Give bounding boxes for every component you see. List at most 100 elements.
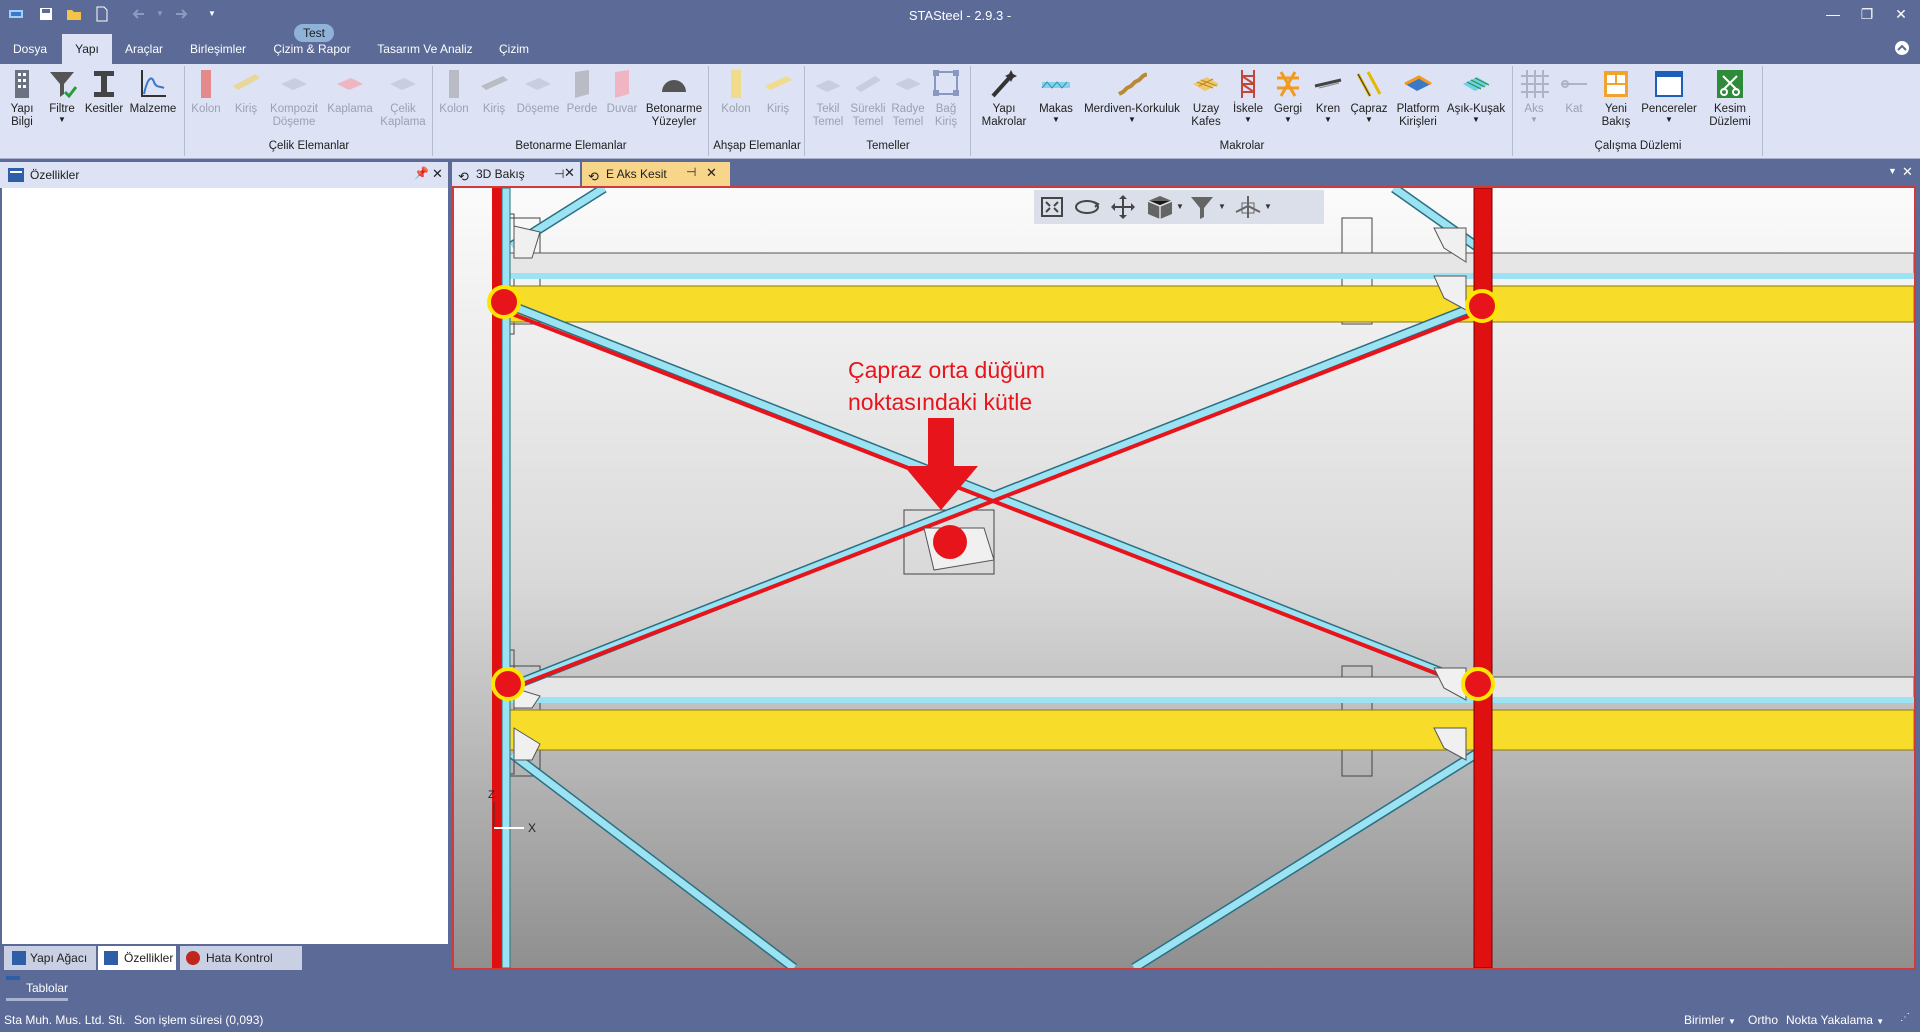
tab-yapi[interactable]: Yapı bbox=[62, 34, 112, 64]
ahsap-kiris-button[interactable]: Kiriş bbox=[758, 68, 798, 116]
document-close-icon[interactable]: ✕ bbox=[1902, 164, 1913, 180]
kren-button[interactable]: Kren ▼ bbox=[1310, 68, 1346, 124]
annotation-line-1: Çapraz orta düğüm bbox=[848, 357, 1045, 383]
tab-cizim[interactable]: Çizim bbox=[488, 34, 540, 64]
merdiven-korkuluk-button[interactable]: Merdiven-Korkuluk ▼ bbox=[1080, 68, 1184, 124]
iskele-button[interactable]: İskele ▼ bbox=[1230, 68, 1266, 124]
uzay-kafes-label: Uzay Kafes bbox=[1191, 103, 1221, 128]
tab-tasarim-analiz[interactable]: Tasarım Ve Analiz bbox=[372, 34, 478, 64]
collapse-ribbon-icon[interactable] bbox=[1894, 40, 1910, 56]
timber-beam-icon bbox=[765, 76, 792, 90]
nokta-yakalama-button[interactable]: Nokta Yakalama ▼ bbox=[1786, 1013, 1884, 1027]
axis-view-icon[interactable] bbox=[1234, 194, 1262, 220]
kaplama-button[interactable]: Kaplama bbox=[324, 68, 376, 116]
uzay-kafes-button[interactable]: Uzay Kafes bbox=[1186, 68, 1226, 129]
close-icon[interactable]: ✕ bbox=[1888, 4, 1914, 24]
ortho-toggle[interactable]: Ortho bbox=[1748, 1013, 1778, 1027]
pan-icon[interactable] bbox=[1110, 194, 1136, 220]
merdiven-dropdown-icon: ▼ bbox=[1128, 115, 1136, 124]
betonarme-kolon-button[interactable]: Kolon bbox=[436, 68, 472, 116]
kat-button[interactable]: Kat bbox=[1556, 68, 1592, 116]
tab-hata-kontrol[interactable]: Hata Kontrol bbox=[180, 946, 302, 970]
celik-kaplama-button[interactable]: Çelik Kaplama bbox=[378, 68, 428, 129]
panel-close-icon[interactable]: ✕ bbox=[432, 166, 443, 182]
orbit-icon[interactable] bbox=[1074, 196, 1100, 218]
minimize-icon[interactable]: — bbox=[1820, 4, 1846, 24]
doseme-button[interactable]: Döşeme bbox=[514, 68, 562, 116]
group-label-temeller: Temeller bbox=[866, 140, 910, 152]
view-cube-dropdown-icon[interactable]: ▼ bbox=[1176, 202, 1184, 211]
aks-button[interactable]: Aks ▼ bbox=[1516, 68, 1552, 124]
tekil-temel-button[interactable]: Tekil Temel bbox=[808, 68, 848, 129]
birimler-label: Birimler bbox=[1684, 1013, 1725, 1027]
restore-icon[interactable]: ❐ bbox=[1854, 4, 1880, 24]
tab-ozellikler[interactable]: Özellikler bbox=[98, 946, 176, 970]
yeni-bakis-button[interactable]: Yeni Bakış bbox=[1596, 68, 1636, 129]
stairs-icon bbox=[1118, 72, 1147, 96]
tablolar-tab[interactable]: Tablolar bbox=[0, 976, 120, 1001]
celik-kaplama-label: Çelik Kaplama bbox=[380, 103, 426, 128]
platform-kirisleri-button[interactable]: Platform Kirişleri bbox=[1392, 68, 1444, 129]
surekli-temel-button[interactable]: Sürekli Temel bbox=[848, 68, 888, 129]
pencereler-button[interactable]: Pencereler ▼ bbox=[1638, 68, 1700, 124]
tab-e-aks-kesit-close-icon[interactable]: ✕ bbox=[706, 165, 717, 181]
yapi-makrolar-button[interactable]: Yapı Makrolar bbox=[974, 68, 1034, 129]
duvar-button[interactable]: Duvar bbox=[602, 68, 642, 116]
kat-label: Kat bbox=[1565, 103, 1583, 115]
bag-kiris-button[interactable]: Bağ Kiriş bbox=[928, 68, 964, 129]
kesitler-button[interactable]: Kesitler bbox=[84, 68, 124, 116]
tab-pin-icon[interactable]: ⊣ bbox=[554, 162, 564, 186]
asik-kusak-button[interactable]: Aşık-Kuşak ▼ bbox=[1446, 68, 1506, 124]
aks-dropdown-icon: ▼ bbox=[1530, 115, 1538, 124]
filter-view-icon[interactable] bbox=[1190, 194, 1214, 220]
perde-button[interactable]: Perde bbox=[564, 68, 600, 116]
tab-birlesimler[interactable]: Birleşimler bbox=[180, 34, 256, 64]
aks-label: Aks bbox=[1524, 103, 1544, 115]
kompozit-doseme-button[interactable]: Kompozit Döşeme bbox=[266, 68, 322, 129]
tab-yapi-agaci-label: Yapı Ağacı bbox=[30, 951, 88, 965]
ahsap-kolon-button[interactable]: Kolon bbox=[716, 68, 756, 116]
raft-footing-icon bbox=[895, 78, 921, 90]
filtre-button[interactable]: Filtre ▼ bbox=[44, 68, 80, 124]
tab-hata-kontrol-label: Hata Kontrol bbox=[206, 951, 273, 965]
resize-grip-icon[interactable]: ⋰ bbox=[1900, 1012, 1912, 1024]
birimler-button[interactable]: Birimler ▼ bbox=[1684, 1013, 1736, 1027]
space-frame-icon bbox=[1193, 77, 1219, 91]
betonarme-kolon-label: Kolon bbox=[439, 103, 469, 115]
celik-kiris-button[interactable]: Kiriş bbox=[228, 68, 264, 116]
duvar-label: Duvar bbox=[606, 103, 638, 115]
tie-beam-icon bbox=[933, 70, 959, 96]
tab-3d-bakis[interactable]: ⟲ 3D Bakış ⊣ bbox=[452, 162, 580, 186]
malzeme-button[interactable]: Malzeme bbox=[128, 68, 178, 116]
capraz-label: Çapraz bbox=[1350, 103, 1388, 115]
tab-araclar[interactable]: Araçlar bbox=[118, 34, 170, 64]
tab-dosya[interactable]: Dosya bbox=[4, 34, 56, 64]
asik-kusak-label: Aşık-Kuşak bbox=[1446, 103, 1506, 115]
makas-button[interactable]: Makas ▼ bbox=[1036, 68, 1076, 124]
zoom-extents-icon[interactable] bbox=[1040, 196, 1064, 218]
tab-list-dropdown-icon[interactable]: ▼ bbox=[1888, 166, 1897, 176]
section-drawing[interactable]: Çapraz orta düğüm noktasındaki kütle Z X bbox=[454, 188, 1914, 968]
tab-ozellikler-label: Özellikler bbox=[124, 951, 174, 965]
yapi-makrolar-label: Yapı Makrolar bbox=[981, 103, 1027, 128]
tab-3d-bakis-close-icon[interactable]: ✕ bbox=[564, 165, 575, 181]
axis-view-dropdown-icon[interactable]: ▼ bbox=[1264, 202, 1272, 211]
tab-yapi-agaci[interactable]: Yapı Ağacı bbox=[4, 946, 96, 970]
tab-pin-icon[interactable]: ⊣ bbox=[686, 165, 696, 179]
structure-viewport[interactable]: Çapraz orta düğüm noktasındaki kütle Z X… bbox=[452, 186, 1916, 970]
ahsap-kiris-label: Kiriş bbox=[766, 103, 790, 115]
surekli-temel-label: Sürekli Temel bbox=[850, 103, 886, 128]
kesim-duzlemi-button[interactable]: Kesim Düzlemi bbox=[1702, 68, 1758, 129]
cladding-icon bbox=[337, 78, 363, 90]
betonarme-yuzeyler-button[interactable]: Betonarme Yüzeyler bbox=[644, 68, 704, 129]
yapi-bilgi-button[interactable]: Yapı Bilgi bbox=[4, 68, 40, 129]
betonarme-kiris-button[interactable]: Kiriş bbox=[476, 68, 512, 116]
capraz-button[interactable]: Çapraz ▼ bbox=[1348, 68, 1390, 124]
group-separator bbox=[1762, 66, 1763, 156]
pin-icon[interactable]: 📌 bbox=[414, 166, 429, 180]
view-cube-icon[interactable] bbox=[1146, 194, 1174, 220]
filter-view-dropdown-icon[interactable]: ▼ bbox=[1218, 202, 1226, 211]
gergi-button[interactable]: Gergi ▼ bbox=[1270, 68, 1306, 124]
radye-temel-button[interactable]: Radye Temel bbox=[888, 68, 928, 129]
celik-kolon-button[interactable]: Kolon bbox=[188, 68, 224, 116]
